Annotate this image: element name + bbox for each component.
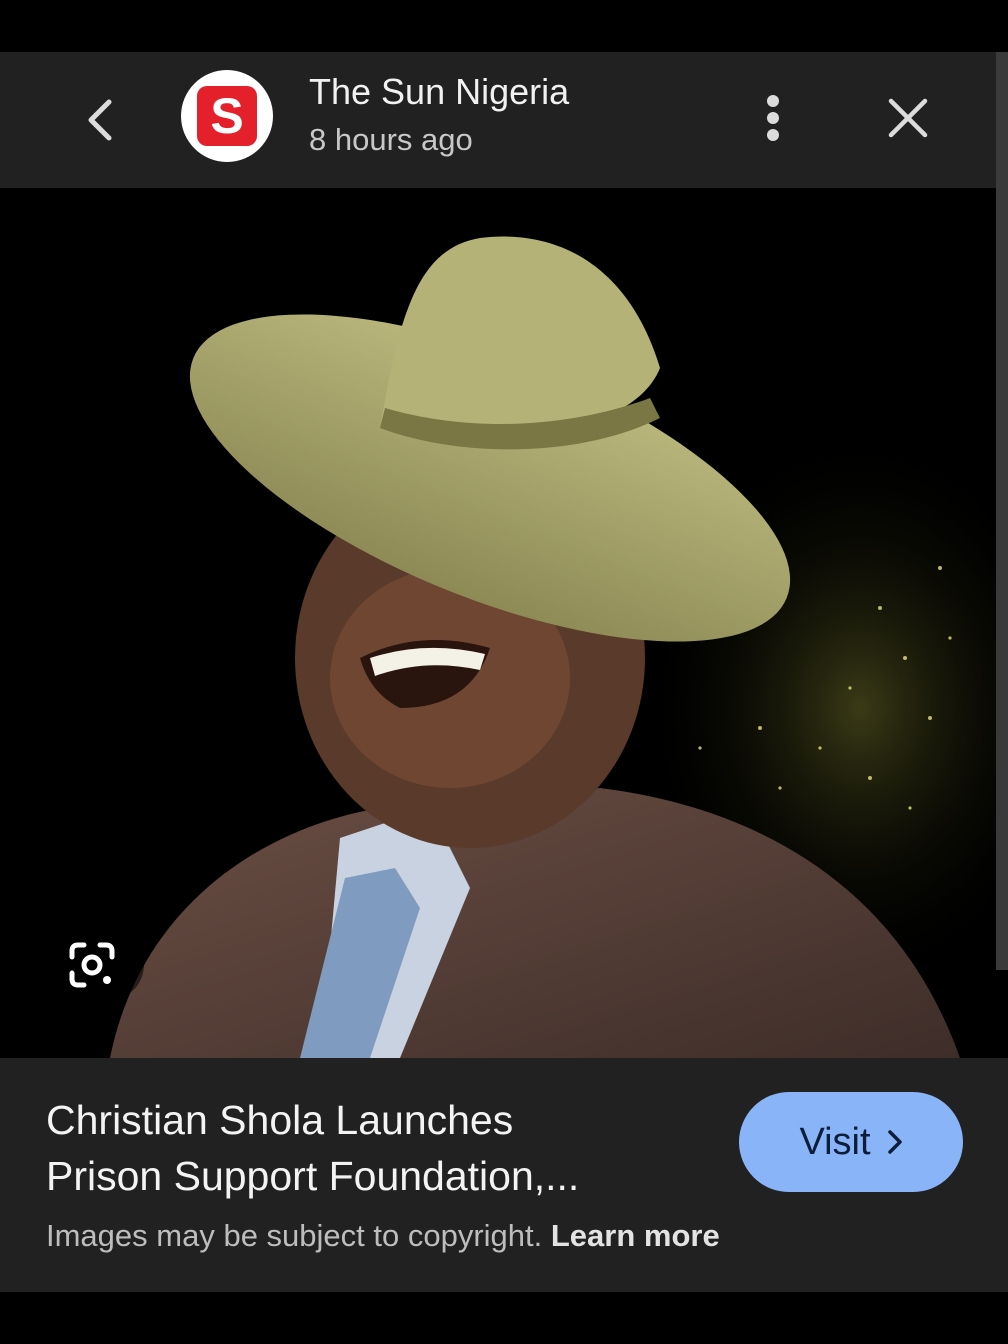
article-image[interactable] <box>0 188 996 1058</box>
close-icon <box>888 98 928 138</box>
source-logo[interactable]: S <box>181 70 273 162</box>
article-title[interactable]: Christian Shola Launches Prison Support … <box>46 1092 686 1204</box>
visit-button-label: Visit <box>799 1120 871 1163</box>
copyright-notice: Images may be subject to copyright. Lear… <box>46 1216 720 1256</box>
source-timestamp: 8 hours ago <box>309 122 473 157</box>
image-caption-panel: Christian Shola Launches Prison Support … <box>0 1058 1008 1292</box>
chevron-left-icon <box>88 99 112 141</box>
more-vert-icon <box>767 95 779 141</box>
visit-button[interactable]: Visit <box>739 1092 963 1192</box>
source-name[interactable]: The Sun Nigeria <box>309 70 569 114</box>
sun-logo-icon: S <box>197 86 257 146</box>
google-lens-button[interactable] <box>48 930 144 1000</box>
scrollbar[interactable] <box>996 52 1008 970</box>
more-options-button[interactable] <box>748 88 798 148</box>
viewer-header: S The Sun Nigeria 8 hours ago <box>0 52 996 188</box>
google-lens-icon <box>69 942 115 988</box>
back-button[interactable] <box>76 82 124 158</box>
chevron-right-icon <box>887 1130 902 1154</box>
copyright-text: Images may be subject to copyright. <box>46 1218 543 1253</box>
article-title-line-1: Christian Shola Launches <box>46 1097 514 1143</box>
portrait-image <box>0 188 996 1058</box>
close-button[interactable] <box>878 88 938 148</box>
image-viewer: S The Sun Nigeria 8 hours ago Christian … <box>0 0 1008 1344</box>
learn-more-link[interactable]: Learn more <box>551 1218 720 1253</box>
article-title-line-2: Prison Support Foundation,... <box>46 1153 580 1199</box>
